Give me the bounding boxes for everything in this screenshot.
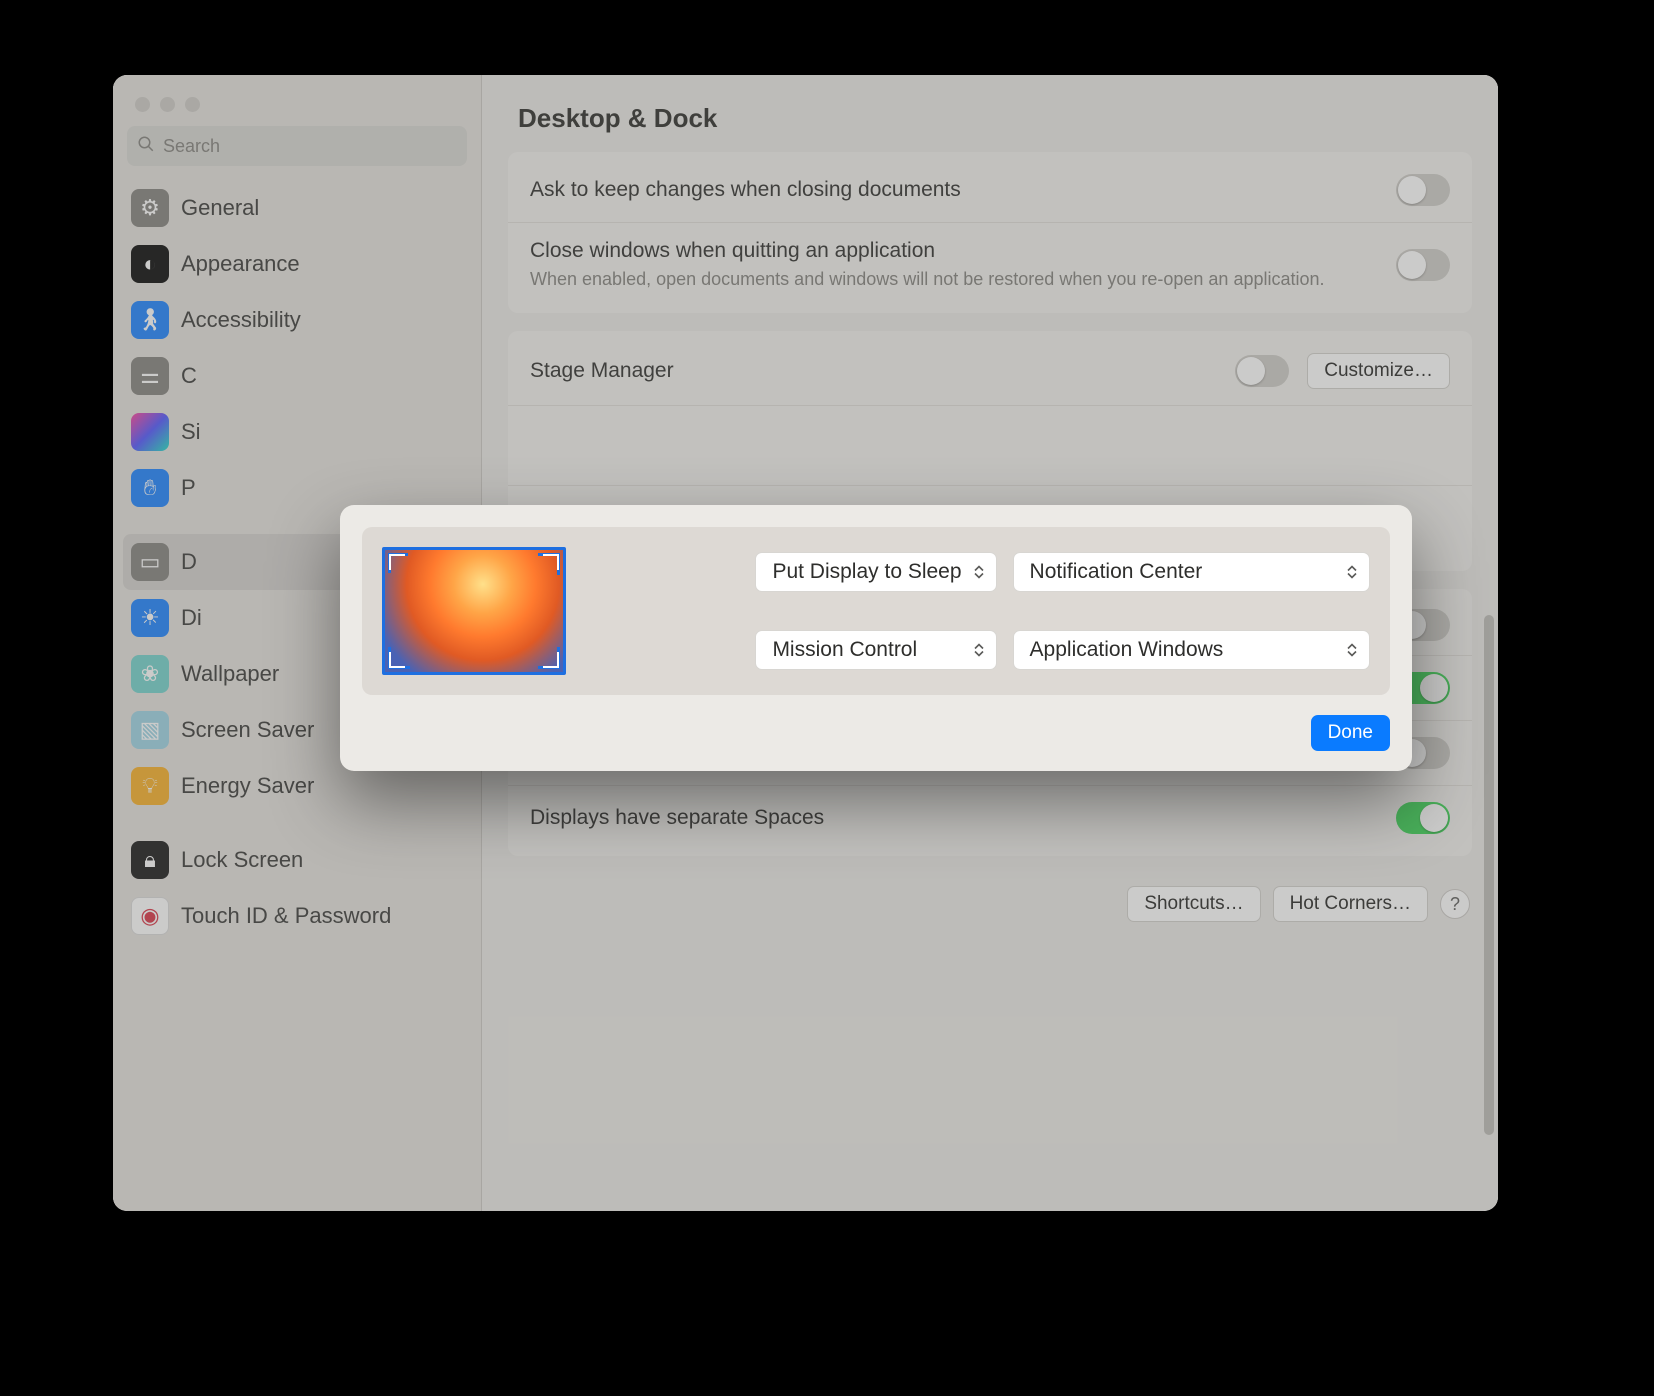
corner-marker-icon — [388, 553, 408, 573]
hot-corners-sheet: Put Display to Sleep Notification Center — [340, 505, 1412, 771]
done-button[interactable]: Done — [1311, 715, 1390, 751]
sheet-footer: Done — [362, 695, 1390, 751]
chevron-updown-icon — [970, 644, 988, 657]
popup-value: Notification Center — [1030, 560, 1203, 584]
corner-top-right-popup[interactable]: Notification Center — [1013, 552, 1370, 592]
wallpaper-preview — [385, 550, 563, 672]
corner-bottom-right-popup[interactable]: Application Windows — [1013, 630, 1370, 670]
system-settings-window: ⚙︎ General ◐ Appearance 🚶︎ Accessibility… — [113, 75, 1498, 1211]
hot-corners-grid: Put Display to Sleep Notification Center — [362, 527, 1390, 695]
corner-bottom-left-popup[interactable]: Mission Control — [755, 630, 996, 670]
chevron-updown-icon — [970, 566, 988, 579]
corner-marker-icon — [538, 553, 560, 575]
chevron-updown-icon — [1343, 566, 1361, 579]
corner-top-left-popup[interactable]: Put Display to Sleep — [755, 552, 996, 592]
popup-value: Mission Control — [772, 638, 917, 662]
screen-preview — [382, 547, 566, 675]
chevron-updown-icon — [1343, 644, 1361, 657]
popup-value: Put Display to Sleep — [772, 560, 961, 584]
popup-value: Application Windows — [1030, 638, 1224, 662]
corner-marker-icon — [388, 647, 410, 669]
corner-marker-icon — [538, 647, 560, 669]
